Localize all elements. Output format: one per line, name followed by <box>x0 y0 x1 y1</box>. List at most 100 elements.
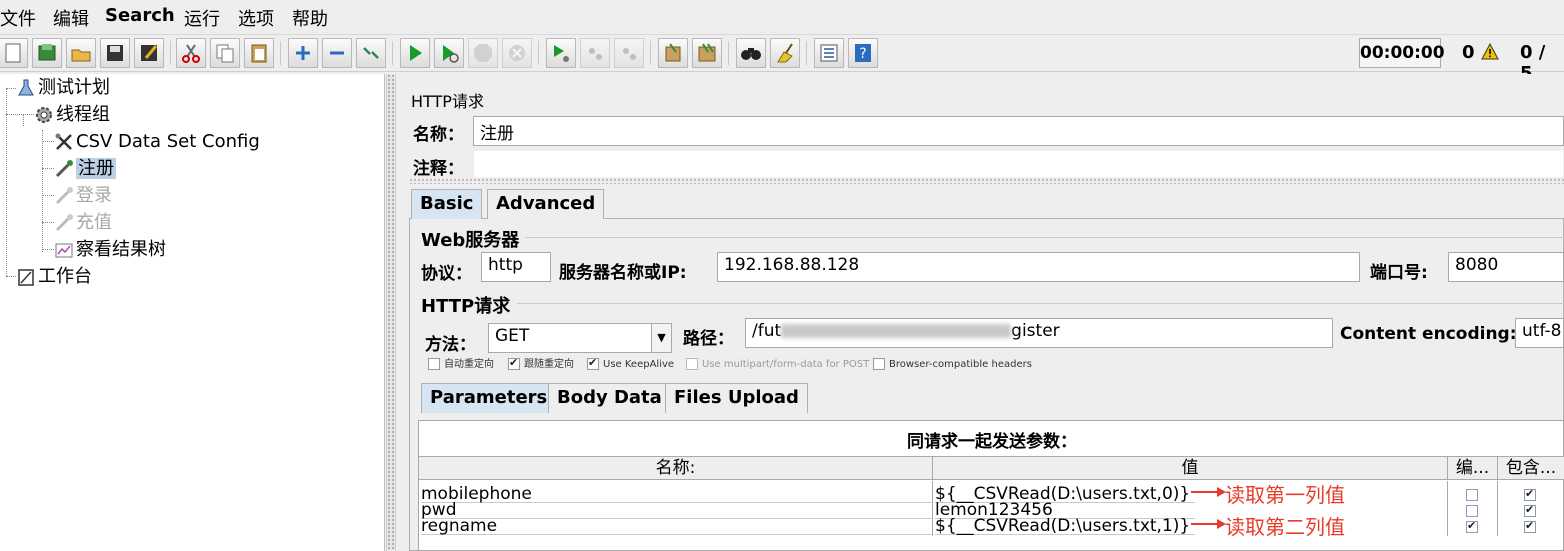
table-row-value[interactable]: ${__CSVRead(D:\users.txt,1)} <box>935 518 1195 535</box>
gear-icon <box>36 107 52 123</box>
table-row-name[interactable]: pwd <box>421 502 931 519</box>
copy-button[interactable] <box>210 38 240 68</box>
tree-node-csv-config[interactable]: CSV Data Set Config <box>54 130 260 154</box>
tab-parameters[interactable]: Parameters <box>421 383 557 413</box>
row-include-checkbox[interactable] <box>1524 487 1536 501</box>
warning-count[interactable]: 0 <box>1462 42 1499 63</box>
auto-redirect-checkbox[interactable]: 自动重定向 <box>428 358 494 372</box>
keepalive-box[interactable] <box>587 356 599 370</box>
help-button[interactable]: ? <box>848 38 878 68</box>
table-row-name[interactable]: mobilephone <box>421 486 931 503</box>
browser-headers-box[interactable] <box>873 358 885 370</box>
tree-label-login: 登录 <box>76 185 112 206</box>
encoding-field[interactable]: utf-8 <box>1515 318 1564 348</box>
save-as-button[interactable] <box>134 38 164 68</box>
paste-button[interactable] <box>244 38 274 68</box>
auto-redirect-box[interactable] <box>428 358 440 370</box>
cut-button[interactable] <box>176 38 206 68</box>
cut-icon <box>182 44 200 63</box>
tree-node-login[interactable]: 登录 <box>54 184 112 208</box>
menu-file[interactable]: 文件 <box>0 5 36 31</box>
warning-icon <box>1480 42 1499 60</box>
remote-start-button[interactable] <box>546 38 576 68</box>
elapsed-timer: 00:00:00 <box>1359 38 1445 68</box>
port-field[interactable]: 8080 <box>1448 252 1564 282</box>
collapse-button[interactable] <box>322 38 352 68</box>
collapse-icon <box>330 51 344 55</box>
http-request-title: HTTP请求 <box>421 296 511 317</box>
clear-all-button[interactable] <box>692 38 722 68</box>
column-encode-header[interactable]: 编... <box>1448 456 1498 480</box>
start-no-pause-button[interactable] <box>434 38 464 68</box>
row-encode-checkbox[interactable] <box>1466 489 1478 501</box>
menu-search[interactable]: Search <box>105 5 175 26</box>
templates-icon <box>38 44 56 61</box>
shutdown-button[interactable] <box>502 38 532 68</box>
expand-button[interactable] <box>288 38 318 68</box>
tab-body-data[interactable]: Body Data <box>548 383 671 413</box>
menu-run[interactable]: 运行 <box>184 5 220 31</box>
menu-help[interactable]: 帮助 <box>292 5 328 31</box>
table-row-name[interactable]: regname <box>421 518 931 535</box>
remote-shutdown-button[interactable] <box>614 38 644 68</box>
warning-count-value: 0 <box>1462 42 1475 63</box>
clear-button[interactable] <box>658 38 688 68</box>
keepalive-checkbox[interactable]: Use KeepAlive <box>587 356 675 372</box>
follow-redirect-checkbox[interactable]: 跟随重定向 <box>508 356 574 372</box>
tree-node-recharge[interactable]: 充值 <box>54 211 112 235</box>
tab-files-upload[interactable]: Files Upload <box>665 383 808 413</box>
tree-label-result-tree: 察看结果树 <box>76 239 166 260</box>
reset-search-icon <box>777 43 793 63</box>
server-field[interactable]: 192.168.88.128 <box>717 252 1360 282</box>
chevron-down-icon[interactable]: ▼ <box>651 324 671 352</box>
panel-splitter[interactable] <box>386 74 396 551</box>
column-name-header[interactable]: 名称: <box>419 456 933 480</box>
save-button[interactable] <box>100 38 130 68</box>
stop-button[interactable] <box>468 38 498 68</box>
tree-node-thread-group[interactable]: 线程组 <box>34 103 110 127</box>
start-button[interactable] <box>400 38 430 68</box>
keepalive-label: Use KeepAlive <box>603 359 675 370</box>
row-encode-checkbox[interactable] <box>1466 519 1478 533</box>
menu-options[interactable]: 选项 <box>238 5 274 31</box>
tab-advanced[interactable]: Advanced <box>487 189 605 219</box>
new-button[interactable] <box>0 38 28 68</box>
menu-edit[interactable]: 编辑 <box>53 5 89 31</box>
method-select[interactable]: GET ▼ <box>488 323 672 353</box>
row-encode-checkbox[interactable] <box>1466 505 1478 517</box>
protocol-field[interactable]: http <box>481 252 551 282</box>
follow-redirect-box[interactable] <box>508 356 520 370</box>
row-include-checkbox[interactable] <box>1524 519 1536 533</box>
tree-label-workbench: 工作台 <box>38 266 92 287</box>
test-plan-tree: 测试计划 线程组 CSV Data Set Config 注册 登录 充值 察看… <box>0 74 385 551</box>
name-field[interactable]: 注册 <box>473 116 1564 146</box>
comment-field[interactable] <box>473 150 1564 178</box>
path-label: 路径： <box>683 329 734 349</box>
multipart-box[interactable] <box>686 358 698 370</box>
row-include-checkbox[interactable] <box>1524 503 1536 517</box>
templates-button[interactable] <box>32 38 62 68</box>
toggle-button[interactable] <box>356 38 386 68</box>
tree-label-recharge: 充值 <box>76 212 112 233</box>
reset-search-button[interactable] <box>770 38 800 68</box>
annotation-second-column: 读取第二列值 <box>1225 515 1345 539</box>
browser-headers-checkbox[interactable]: Browser-compatible headers <box>873 358 1032 372</box>
toolbar: ? 00:00:00 0 0 / 5 <box>0 34 1564 84</box>
path-field[interactable]: /fut gister <box>745 318 1333 348</box>
open-button[interactable] <box>66 38 96 68</box>
annotation-arrow <box>1191 487 1226 497</box>
tree-node-result-tree[interactable]: 察看结果树 <box>54 238 166 262</box>
tree-node-workbench[interactable]: 工作台 <box>16 265 92 289</box>
method-value: GET <box>495 326 530 346</box>
search-button[interactable] <box>736 38 766 68</box>
tree-node-test-plan[interactable]: 测试计划 <box>16 76 110 100</box>
chart-icon <box>55 243 73 258</box>
remote-stop-button[interactable] <box>580 38 610 68</box>
tab-basic[interactable]: Basic <box>411 189 483 219</box>
resize-grip[interactable] <box>409 178 1564 184</box>
column-include-header[interactable]: 包含... <box>1498 456 1564 480</box>
column-value-header[interactable]: 值 <box>933 456 1448 480</box>
function-helper-button[interactable] <box>814 38 844 68</box>
multipart-checkbox[interactable]: Use multipart/form-data for POST <box>686 358 869 372</box>
tree-node-register[interactable]: 注册 <box>54 157 116 181</box>
